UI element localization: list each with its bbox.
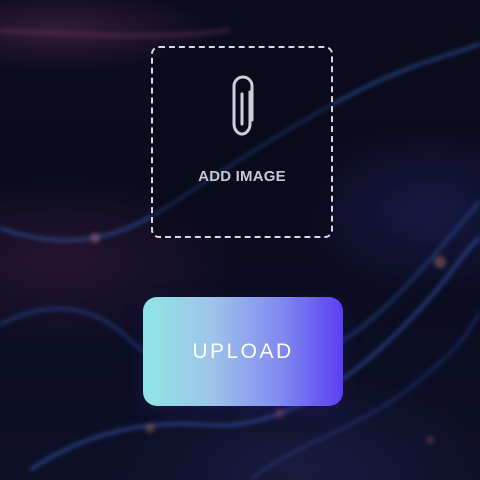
paperclip-icon (232, 75, 254, 136)
upload-button-label: UPLOAD (192, 339, 294, 363)
add-image-label: ADD IMAGE (198, 168, 286, 185)
upload-button[interactable]: UPLOAD (143, 297, 343, 406)
add-image-dropzone[interactable]: ADD IMAGE (151, 46, 333, 238)
